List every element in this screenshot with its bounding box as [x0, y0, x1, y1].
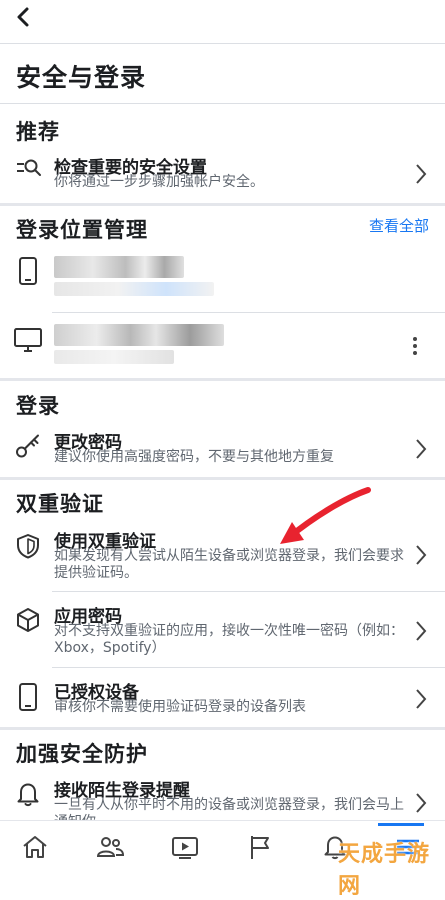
key-icon: [16, 434, 39, 458]
divider: [52, 667, 445, 668]
divider: [52, 591, 445, 592]
chevron-right-icon: [416, 164, 427, 184]
divider: [0, 103, 445, 104]
chevron-right-icon: [416, 689, 427, 709]
bell-icon: [17, 783, 39, 807]
section-divider: [0, 378, 445, 381]
section-title-two-factor: 双重验证: [16, 492, 104, 516]
chevron-right-icon: [416, 621, 427, 641]
more-options-icon[interactable]: [412, 335, 418, 357]
item-desc: 建议你使用高强度密码，不要与其他地方重复: [54, 449, 334, 465]
phone-icon: [19, 257, 37, 285]
divider: [0, 43, 445, 44]
item-desc: 对不支持双重验证的应用，接收一次性唯一密码（例如：Xbox，Spotify）: [54, 623, 404, 656]
authorized-devices-item[interactable]: 已授权设备 审核你不需要使用验证码登录的设备列表: [0, 674, 445, 726]
section-title-login-locations: 登录位置管理: [16, 218, 148, 242]
item-desc: 审核你不需要使用验证码登录的设备列表: [54, 699, 306, 715]
back-arrow-icon[interactable]: [10, 4, 38, 32]
friends-icon: [96, 837, 125, 857]
section-title-extra-security: 加强安全防护: [16, 742, 148, 766]
section-divider: [0, 203, 445, 206]
login-location-desktop[interactable]: [0, 318, 445, 374]
tab-watch[interactable]: [167, 829, 203, 865]
section-title-recommend: 推荐: [16, 120, 60, 144]
see-all-link[interactable]: 查看全部: [369, 215, 429, 236]
top-bar: [0, 0, 445, 40]
redacted-location: [54, 350, 174, 364]
app-passwords-item[interactable]: 应用密码 对不支持双重验证的应用，接收一次性唯一密码（例如：Xbox，Spoti…: [0, 598, 445, 662]
section-divider: [0, 727, 445, 730]
redacted-device-name: [54, 256, 184, 278]
checklist-search-icon: [17, 159, 41, 176]
redacted-location: [54, 282, 214, 296]
chevron-right-icon: [416, 545, 427, 565]
redacted-device-name: [54, 324, 224, 346]
page-title: 安全与登录: [16, 63, 147, 92]
home-icon: [23, 836, 47, 858]
change-password-item[interactable]: 更改密码 建议你使用高强度密码，不要与其他地方重复: [0, 422, 445, 474]
chevron-right-icon: [416, 793, 427, 813]
login-location-phone[interactable]: [0, 246, 445, 306]
watermark: 天成手游网: [332, 818, 445, 899]
divider: [52, 312, 445, 313]
tab-friends[interactable]: [92, 829, 128, 865]
annotation-arrow-icon: [280, 487, 371, 544]
phone-icon: [19, 683, 37, 711]
chevron-right-icon: [416, 439, 427, 459]
unrecognized-login-alerts-item[interactable]: 接收陌生登录提醒 一旦有人从你平时不用的设备或浏览器登录，我们会马上通知你: [0, 772, 445, 820]
flag-icon: [251, 836, 269, 859]
section-title-login: 登录: [16, 394, 60, 418]
desktop-computer-icon: [14, 328, 42, 352]
cube-icon: [17, 608, 39, 632]
tab-home[interactable]: [17, 829, 53, 865]
watermark-text: 天成手游网: [338, 842, 431, 899]
item-desc: 你将通过一步步骤加强帐户安全。: [54, 174, 264, 190]
item-desc: 一旦有人从你平时不用的设备或浏览器登录，我们会马上通知你: [54, 797, 404, 820]
tab-pages[interactable]: [242, 829, 278, 865]
check-security-settings-item[interactable]: 检查重要的安全设置 你将通过一步步骤加强帐户安全。: [0, 148, 445, 200]
shield-icon: [17, 534, 39, 559]
video-icon: [172, 837, 198, 859]
